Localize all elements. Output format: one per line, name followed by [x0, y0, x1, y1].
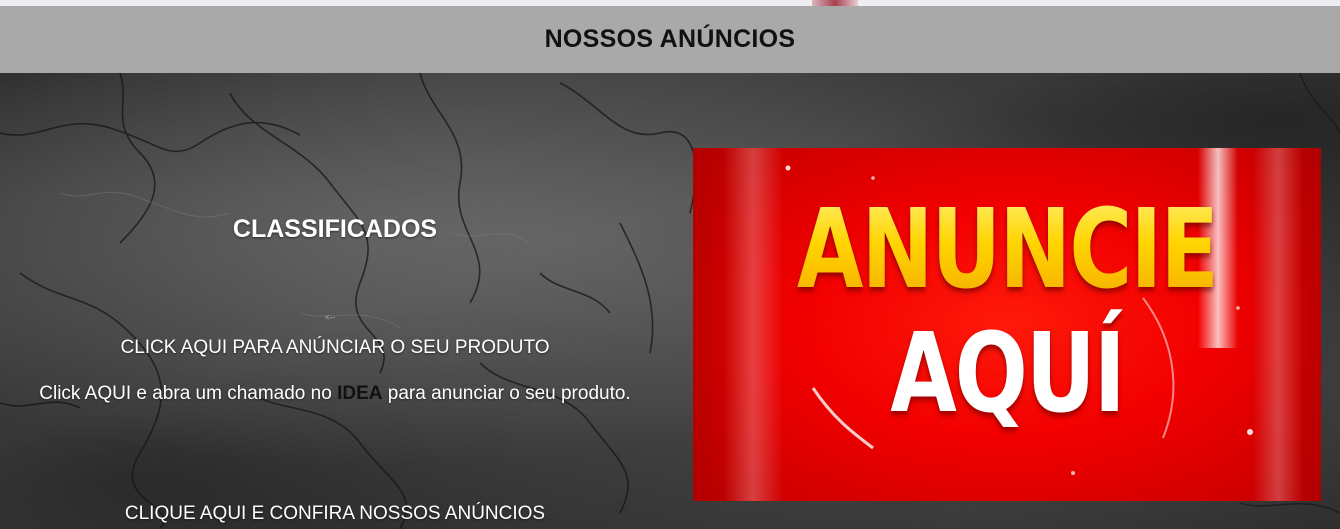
- classifieds-section: CLASSIFICADOS <-- CLICK AQUI PARA ANÚNCI…: [30, 73, 640, 529]
- arrow-mark: <--: [325, 313, 335, 322]
- view-ads-link[interactable]: CLIQUE AQUI E CONFIRA NOSSOS ANÚNCIOS: [30, 503, 640, 525]
- advertise-here-banner[interactable]: ANUNCIE AQUÍ: [693, 148, 1321, 501]
- advertise-product-link[interactable]: CLICK AQUI PARA ANÚNCIAR O SEU PRODUTO: [30, 337, 640, 359]
- idea-brand-text: IDEA: [337, 383, 383, 404]
- banner-line-aqui: AQUÍ: [890, 310, 1126, 438]
- description-text-end: para anunciar o seu produto.: [382, 383, 631, 404]
- banner-line-anuncie: ANUNCIE: [693, 186, 1321, 314]
- header-bar: NOSSOS ANÚNCIOS: [0, 6, 1340, 73]
- advertise-description: Click AQUI e abra um chamado no IDEA par…: [30, 383, 640, 405]
- page-title: NOSSOS ANÚNCIOS: [544, 25, 796, 53]
- page: NOSSOS ANÚNCIOS CLASSIFICADOS <-- CLICK …: [0, 0, 1340, 529]
- classifieds-title: CLASSIFICADOS: [232, 215, 438, 243]
- description-text-start: Click AQUI e abra um chamado no: [39, 383, 338, 404]
